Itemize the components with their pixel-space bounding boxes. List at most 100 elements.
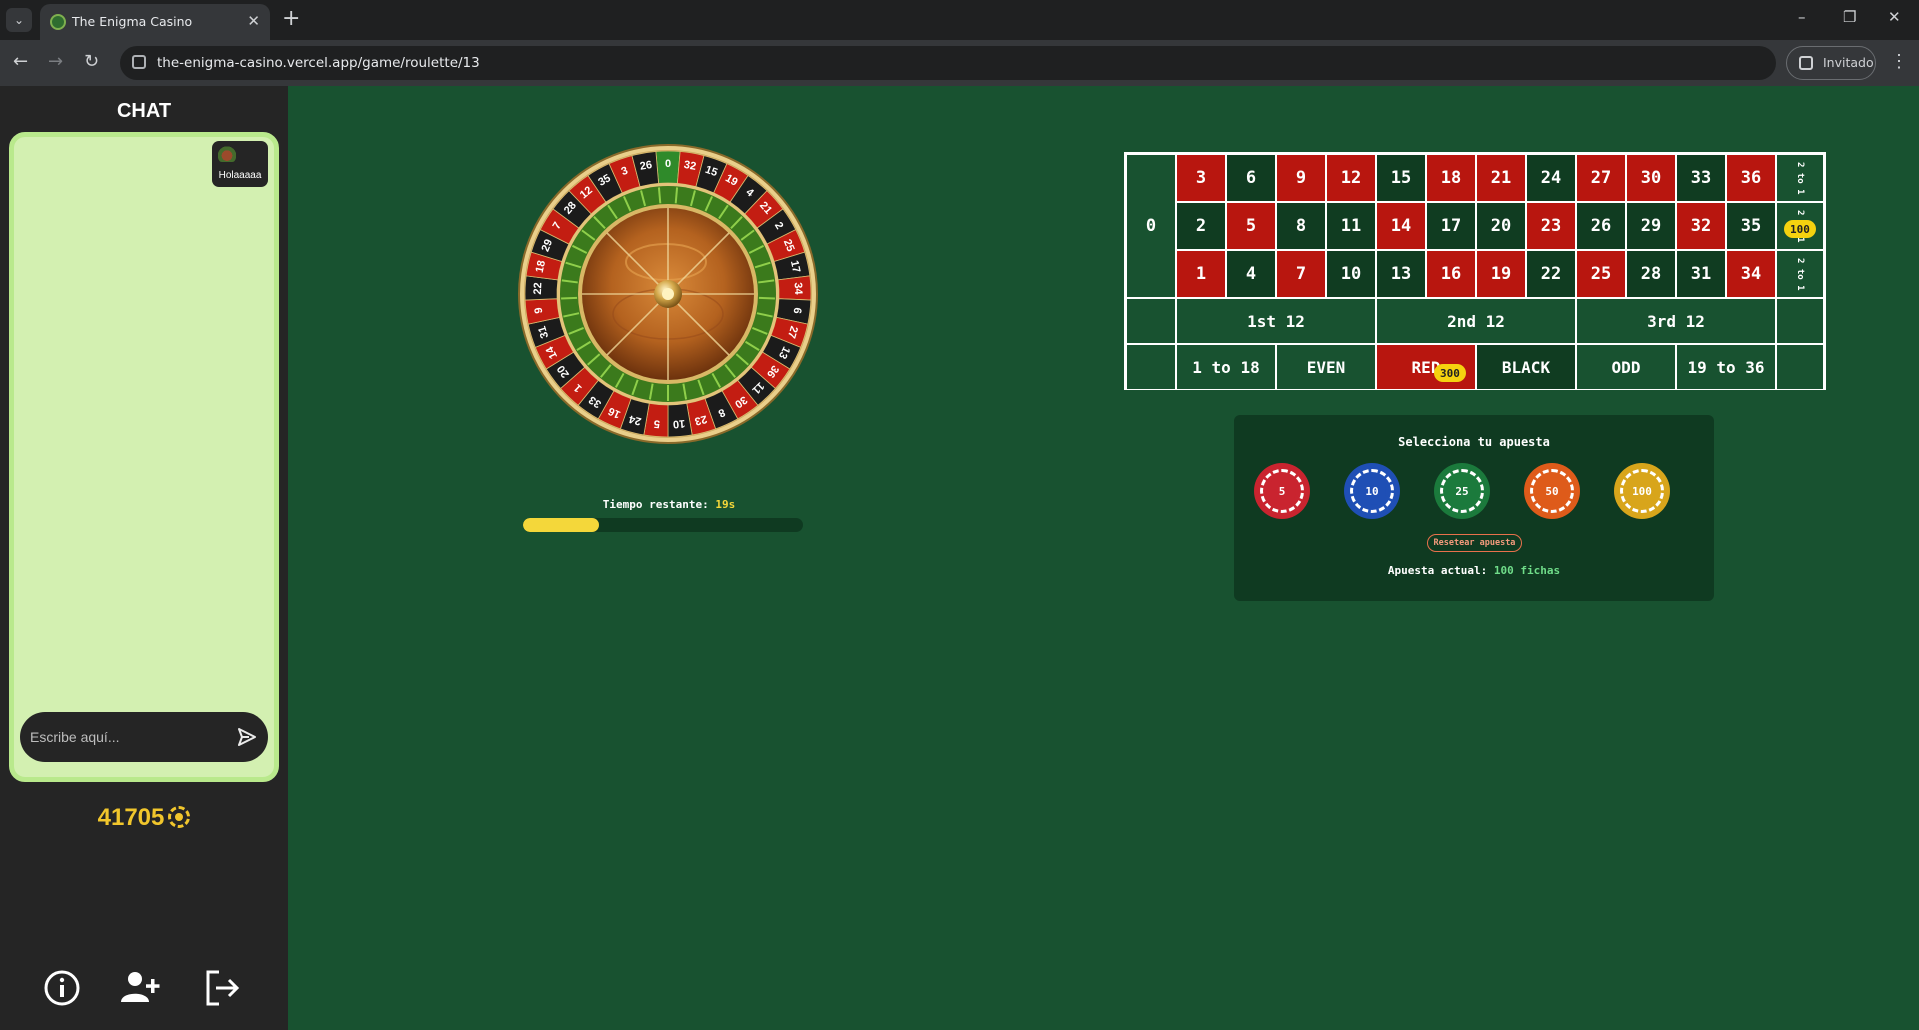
send-icon[interactable] bbox=[236, 725, 258, 749]
chat-input[interactable] bbox=[30, 724, 220, 750]
logout-icon[interactable] bbox=[201, 966, 245, 1010]
new-tab-button[interactable]: + bbox=[282, 6, 300, 31]
wheel-fret bbox=[561, 296, 578, 300]
bet-number-2-label: 2 bbox=[1195, 216, 1207, 236]
bet-odd[interactable]: ODD bbox=[1576, 344, 1676, 390]
bet-number-10[interactable]: 10 bbox=[1326, 250, 1376, 298]
bet-number-33[interactable]: 33 bbox=[1676, 154, 1726, 202]
bet-number-2[interactable]: 2 bbox=[1176, 202, 1226, 250]
bet-number-31[interactable]: 31 bbox=[1676, 250, 1726, 298]
add-friend-icon[interactable] bbox=[118, 966, 162, 1010]
bet-number-27[interactable]: 27 bbox=[1576, 154, 1626, 202]
bet-dozen-2[interactable]: 2nd 12 bbox=[1376, 298, 1576, 344]
close-window-icon[interactable]: ✕ bbox=[1888, 8, 1901, 26]
site-info-icon[interactable] bbox=[132, 55, 146, 69]
bet-number-26[interactable]: 26 bbox=[1576, 202, 1626, 250]
bet-number-34-label: 34 bbox=[1740, 264, 1762, 284]
info-icon[interactable] bbox=[40, 966, 84, 1010]
wheel-fret bbox=[657, 187, 662, 204]
address-bar: ← → ↻ the-enigma-casino.vercel.app/game/… bbox=[0, 40, 1919, 86]
bet-number-9[interactable]: 9 bbox=[1276, 154, 1326, 202]
bet-dozen-3[interactable]: 3rd 12 bbox=[1576, 298, 1776, 344]
bet-number-34[interactable]: 34 bbox=[1726, 250, 1776, 298]
chip-50[interactable]: 50 bbox=[1524, 463, 1580, 519]
bet-number-12[interactable]: 12 bbox=[1326, 154, 1376, 202]
bet-blank-left-2[interactable] bbox=[1126, 344, 1176, 390]
chip-10[interactable]: 10 bbox=[1344, 463, 1400, 519]
bet-number-6[interactable]: 6 bbox=[1226, 154, 1276, 202]
bet-dozen-1-label: 1st 12 bbox=[1247, 311, 1305, 331]
restore-icon[interactable]: ❐ bbox=[1843, 8, 1856, 26]
bet-number-28[interactable]: 28 bbox=[1626, 250, 1676, 298]
bet-number-23[interactable]: 23 bbox=[1526, 202, 1576, 250]
profile-button[interactable]: Invitado bbox=[1786, 46, 1876, 80]
bet-number-21[interactable]: 21 bbox=[1476, 154, 1526, 202]
chat-message: Holaaaaa bbox=[212, 141, 268, 187]
bet-number-15[interactable]: 15 bbox=[1376, 154, 1426, 202]
bet-even[interactable]: EVEN bbox=[1276, 344, 1376, 390]
back-icon[interactable]: ← bbox=[13, 51, 28, 72]
bet-number-4[interactable]: 4 bbox=[1226, 250, 1276, 298]
bet-number-7[interactable]: 7 bbox=[1276, 250, 1326, 298]
bet-number-3-label: 3 bbox=[1195, 168, 1207, 188]
bet-column-1[interactable]: 2 to 1 bbox=[1776, 154, 1824, 202]
bet-number-11-label: 11 bbox=[1340, 216, 1362, 236]
bet-number-6-label: 6 bbox=[1245, 168, 1257, 188]
bet-number-13[interactable]: 13 bbox=[1376, 250, 1426, 298]
bet-number-10-label: 10 bbox=[1340, 264, 1362, 284]
bet-number-20-label: 20 bbox=[1490, 216, 1512, 236]
bet-number-1-label: 1 bbox=[1195, 264, 1207, 284]
forward-icon[interactable]: → bbox=[48, 51, 63, 72]
bet-number-17[interactable]: 17 bbox=[1426, 202, 1476, 250]
bet-blank-right-1[interactable] bbox=[1776, 298, 1824, 344]
bet-dozen-1[interactable]: 1st 12 bbox=[1176, 298, 1376, 344]
minimize-icon[interactable]: – bbox=[1798, 8, 1806, 26]
chip-5[interactable]: 5 bbox=[1254, 463, 1310, 519]
bet-number-14[interactable]: 14 bbox=[1376, 202, 1426, 250]
bet-number-30[interactable]: 30 bbox=[1626, 154, 1676, 202]
bet-number-36-label: 36 bbox=[1740, 168, 1762, 188]
reload-icon[interactable]: ↻ bbox=[84, 51, 99, 72]
chip-value: 100 bbox=[1628, 477, 1656, 505]
bet-number-1[interactable]: 1 bbox=[1176, 250, 1226, 298]
bet-blank-left-1[interactable] bbox=[1126, 298, 1176, 344]
chip-100[interactable]: 100 bbox=[1614, 463, 1670, 519]
chip-25[interactable]: 25 bbox=[1434, 463, 1490, 519]
bet-19-to-36-label: 19 to 36 bbox=[1687, 357, 1765, 377]
bet-number-13-label: 13 bbox=[1390, 264, 1412, 284]
bet-number-7-label: 7 bbox=[1295, 264, 1307, 284]
bet-number-29[interactable]: 29 bbox=[1626, 202, 1676, 250]
bet-column-3[interactable]: 2 to 1 bbox=[1776, 250, 1824, 298]
bet-panel-title: Selecciona tu apuesta bbox=[1398, 435, 1550, 449]
bet-1-to-18[interactable]: 1 to 18 bbox=[1176, 344, 1276, 390]
bet-number-25[interactable]: 25 bbox=[1576, 250, 1626, 298]
browser-menu-icon[interactable]: ⋮ bbox=[1890, 51, 1908, 72]
bet-zero[interactable]: 0 bbox=[1126, 154, 1176, 298]
url-text[interactable]: the-enigma-casino.vercel.app/game/roulet… bbox=[157, 55, 480, 71]
bet-number-35[interactable]: 35 bbox=[1726, 202, 1776, 250]
bet-blank-right-2[interactable] bbox=[1776, 344, 1824, 390]
bet-number-11[interactable]: 11 bbox=[1326, 202, 1376, 250]
omnibox[interactable]: the-enigma-casino.vercel.app/game/roulet… bbox=[120, 46, 1776, 80]
bet-number-3[interactable]: 3 bbox=[1176, 154, 1226, 202]
bet-number-16[interactable]: 16 bbox=[1426, 250, 1476, 298]
bet-19-to-36[interactable]: 19 to 36 bbox=[1676, 344, 1776, 390]
close-tab-icon[interactable]: ✕ bbox=[247, 12, 260, 30]
bet-number-22[interactable]: 22 bbox=[1526, 250, 1576, 298]
bet-number-18[interactable]: 18 bbox=[1426, 154, 1476, 202]
reset-bet-button[interactable]: Resetear apuesta bbox=[1427, 534, 1522, 552]
bet-number-19[interactable]: 19 bbox=[1476, 250, 1526, 298]
chip-value: 25 bbox=[1448, 477, 1476, 505]
tab-search-button[interactable]: ⌄ bbox=[6, 8, 32, 32]
bet-number-32[interactable]: 32 bbox=[1676, 202, 1726, 250]
bet-black[interactable]: BLACK bbox=[1476, 344, 1576, 390]
bet-number-36[interactable]: 36 bbox=[1726, 154, 1776, 202]
bet-number-30-label: 30 bbox=[1640, 168, 1662, 188]
bet-number-5[interactable]: 5 bbox=[1226, 202, 1276, 250]
bet-number-24[interactable]: 24 bbox=[1526, 154, 1576, 202]
wheel-number: 32 bbox=[683, 159, 697, 173]
browser-tab[interactable]: The Enigma Casino ✕ bbox=[40, 4, 270, 40]
bet-number-20[interactable]: 20 bbox=[1476, 202, 1526, 250]
bet-number-8-label: 8 bbox=[1295, 216, 1307, 236]
bet-number-8[interactable]: 8 bbox=[1276, 202, 1326, 250]
